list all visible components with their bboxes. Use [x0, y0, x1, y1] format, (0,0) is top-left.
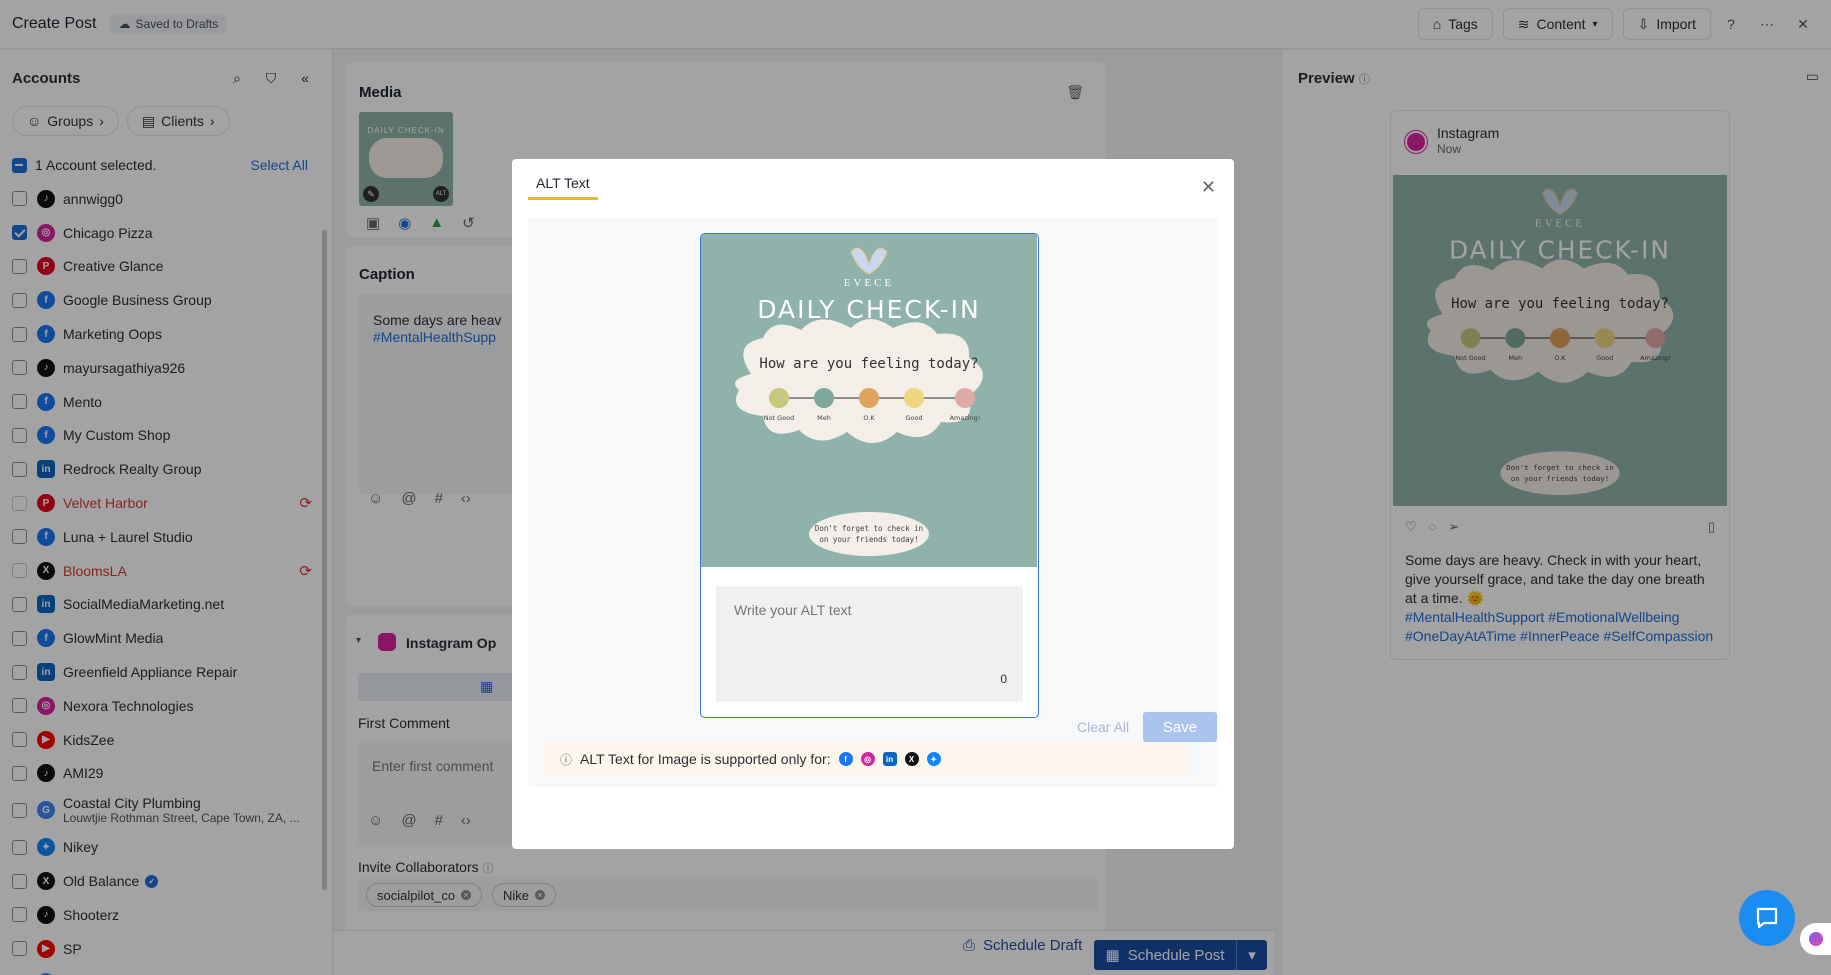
scale-dot: [769, 388, 789, 408]
alt-text-input[interactable]: 0: [716, 586, 1023, 702]
scale-label: Meh: [817, 414, 831, 422]
alt-image-card: EVECE DAILY CHECK-IN How are you feeling t…: [700, 233, 1039, 718]
alt-support-text: ALT Text for Image is supported only for…: [580, 751, 831, 767]
image-bubble: [809, 512, 929, 556]
alt-text-body: EVECE DAILY CHECK-IN How are you feeling t…: [528, 217, 1218, 787]
linkedin-icon: in: [882, 752, 897, 766]
scale-label: Amazing!: [950, 414, 981, 422]
scale-label: Good: [905, 414, 922, 422]
scale-label: Not Good: [764, 414, 795, 422]
ai-assistant-icon[interactable]: [1800, 923, 1831, 955]
chat-support-button[interactable]: [1739, 890, 1795, 946]
alt-support-info: ⓘ ALT Text for Image is supported only f…: [542, 742, 1188, 776]
alt-image: EVECEDAILY CHECK-INHow are you feeling t…: [701, 234, 1037, 567]
alt-char-count: 0: [1000, 672, 1007, 686]
tab-alt-text[interactable]: ALT Text: [528, 175, 598, 200]
scale-label: O.K: [863, 414, 875, 422]
x-icon: X: [904, 752, 919, 766]
alt-text-modal: ALT Text ✕ EVECE DAILY CHECK-IN How are yo…: [512, 159, 1234, 849]
bubble-text-line1: Don't forget to check in: [815, 524, 923, 533]
image-brand: EVECE: [844, 277, 894, 289]
scale-dot: [814, 388, 834, 408]
scale-dot: [859, 388, 879, 408]
image-question: How are you feeling today?: [759, 356, 978, 372]
bubble-text-line2: on your friends today!: [819, 535, 918, 544]
bluesky-icon: ✦: [926, 752, 941, 766]
save-button[interactable]: Save: [1143, 712, 1217, 742]
scale-dot: [955, 388, 975, 408]
ai-logo-icon: [1808, 932, 1823, 946]
facebook-icon: f: [838, 752, 853, 766]
alt-textarea[interactable]: [716, 586, 1023, 702]
scale-dot: [904, 388, 924, 408]
close-icon[interactable]: ✕: [1201, 177, 1216, 198]
info-icon: ⓘ: [560, 752, 573, 767]
chat-icon: [1756, 907, 1778, 929]
clear-all-button[interactable]: Clear All: [1077, 719, 1129, 735]
instagram-icon: ◎: [860, 752, 875, 766]
